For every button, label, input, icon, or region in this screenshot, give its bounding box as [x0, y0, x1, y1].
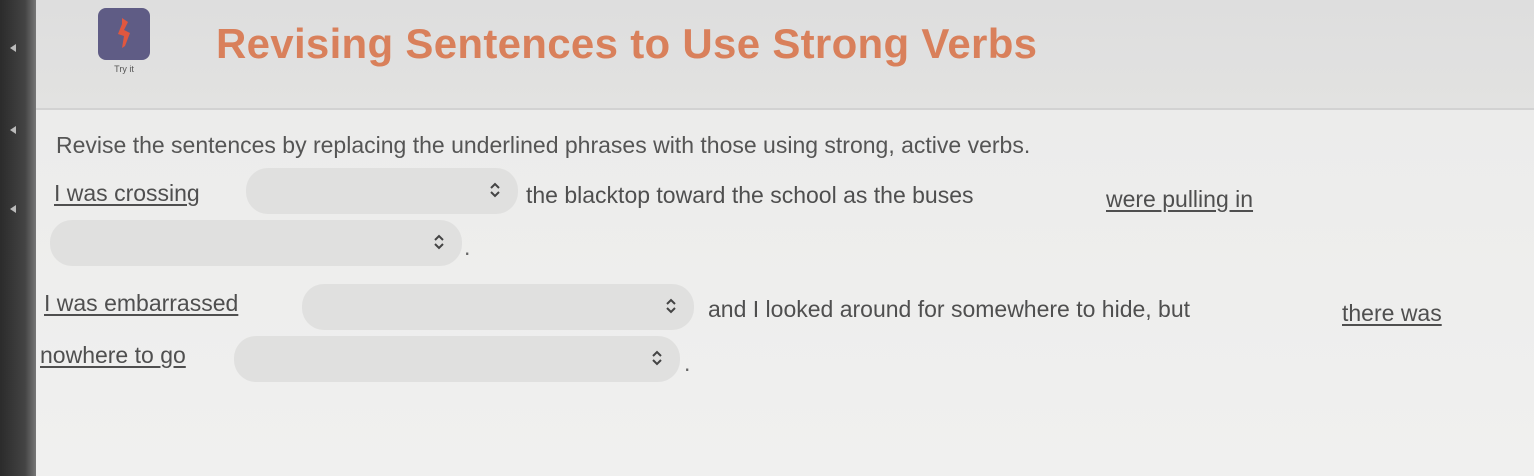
activity-content: Revise the sentences by replacing the un…	[36, 110, 1534, 476]
bezel-marker	[10, 44, 16, 52]
sentence-period: .	[464, 234, 471, 260]
chevron-updown-icon	[434, 234, 444, 250]
device-bezel	[0, 0, 36, 476]
app-logo-icon[interactable]	[98, 8, 150, 60]
answer-dropdown-4[interactable]	[234, 336, 680, 382]
instructions-text: Revise the sentences by replacing the un…	[56, 132, 1031, 158]
chevron-updown-icon	[666, 298, 676, 314]
bezel-marker	[10, 205, 16, 213]
chevron-updown-icon	[652, 350, 662, 366]
sentence-period: .	[684, 350, 691, 376]
underlined-phrase: there was	[1342, 300, 1442, 326]
sentence-text: the blacktop toward the school as the bu…	[526, 182, 974, 208]
underlined-phrase: I was crossing	[54, 180, 200, 206]
page-header: Try it Revising Sentences to Use Strong …	[36, 0, 1534, 110]
page-title: Revising Sentences to Use Strong Verbs	[216, 20, 1038, 67]
underlined-phrase: nowhere to go	[40, 342, 186, 368]
answer-dropdown-3[interactable]	[302, 284, 694, 330]
answer-dropdown-2[interactable]	[50, 220, 462, 266]
underlined-phrase: I was embarrassed	[44, 290, 239, 316]
sentence-text: and I looked around for somewhere to hid…	[708, 296, 1191, 322]
answer-dropdown-1[interactable]	[246, 168, 518, 214]
bezel-marker	[10, 126, 16, 134]
chevron-updown-icon	[490, 182, 500, 198]
app-icon-label: Try it	[114, 64, 134, 74]
underlined-phrase: were pulling in	[1106, 186, 1254, 212]
